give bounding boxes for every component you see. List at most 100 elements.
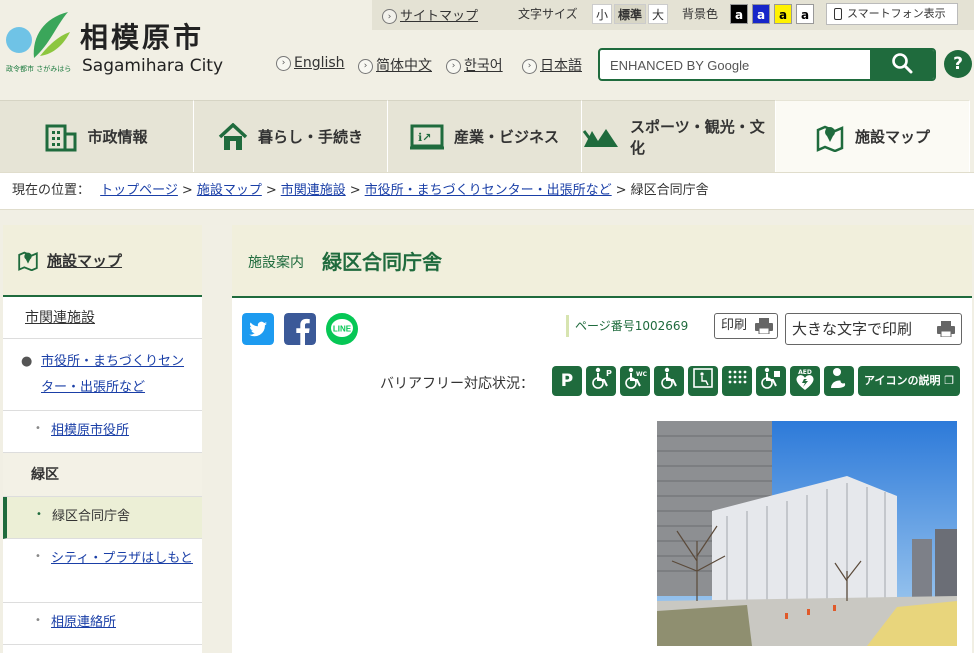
smartphone-icon	[834, 8, 842, 20]
global-nav: 市政情報 暮らし・手続き ℹ↗ 産業・ビジネス スポーツ・観光・文化 施設マップ	[0, 100, 974, 172]
lang-japanese-link[interactable]: › 日本語	[522, 55, 582, 75]
twitter-icon[interactable]	[242, 313, 274, 345]
sidebar-section-link[interactable]: 市関連施設	[3, 297, 202, 339]
svg-text:P: P	[606, 369, 612, 378]
map-pin-icon	[816, 125, 844, 152]
bullet-icon: •	[36, 509, 42, 520]
nav-city-info[interactable]: 市政情報	[0, 100, 194, 172]
printer-icon	[755, 318, 773, 334]
bg-black-button[interactable]: a	[730, 4, 748, 24]
icon-explanation-link[interactable]: アイコンの説明 ❐	[858, 366, 961, 396]
print-button[interactable]: 印刷	[714, 313, 778, 339]
accessible-parking-icon: P	[586, 366, 616, 396]
sidebar-item-city-plaza[interactable]: • シティ・プラザはしもと	[3, 539, 202, 603]
help-button[interactable]: ?	[944, 50, 972, 78]
sitemap-link[interactable]: › サイトマップ	[382, 5, 478, 24]
sidebar-item-midori-office[interactable]: • 緑区合同庁舎	[3, 497, 202, 539]
sidebar-item-city-offices[interactable]: ● 市役所・まちづくりセンター・出張所など	[3, 339, 202, 411]
bullet-icon: •	[35, 423, 41, 434]
print-large-button[interactable]: 大きな文字で印刷	[785, 313, 962, 345]
font-size-standard-button[interactable]: 標準	[614, 4, 647, 24]
map-pin-icon	[18, 251, 38, 271]
facebook-icon[interactable]	[284, 313, 316, 345]
chevron-right-icon: ›	[358, 58, 373, 74]
nav-sports-culture[interactable]: スポーツ・観光・文化	[582, 100, 776, 172]
bg-blue-button[interactable]: a	[752, 4, 770, 24]
chevron-right-icon: ›	[446, 58, 461, 74]
search-button[interactable]	[870, 50, 934, 79]
breadcrumb-current: 緑区合同庁舎	[630, 183, 709, 198]
chevron-right-icon: ›	[382, 9, 397, 24]
search-box	[598, 48, 936, 81]
building-photo	[657, 421, 957, 646]
building-icon	[45, 124, 77, 151]
nav-living[interactable]: 暮らし・手続き	[194, 100, 388, 172]
logo-japanese: 相模原市	[80, 21, 205, 54]
bullet-icon: ●	[21, 354, 33, 369]
nav-label: スポーツ・観光・文化	[630, 117, 765, 157]
print-label: 印刷	[721, 318, 748, 333]
nav-label: 市政情報	[87, 128, 148, 146]
barrier-free-icons: P P WC AED アイコンの説明 ❐	[552, 366, 961, 396]
lang-label: 简体中文	[376, 58, 432, 74]
sidebar-item-label: 相模原市役所	[51, 423, 130, 438]
svg-text:AED: AED	[798, 369, 812, 376]
city-emblem-icon	[6, 12, 70, 58]
lang-chinese-link[interactable]: › 简体中文	[358, 55, 432, 75]
line-icon[interactable]: LINE	[326, 313, 358, 345]
house-icon	[218, 122, 248, 150]
sidebar-item-aihara[interactable]: • 相原連絡所	[3, 603, 202, 645]
sidebar-head-link[interactable]: 施設マップ	[3, 225, 202, 297]
sitemap-label: サイトマップ	[400, 9, 479, 24]
sidebar-head-label: 施設マップ	[47, 251, 123, 270]
nav-business[interactable]: ℹ↗ 産業・ビジネス	[388, 100, 582, 172]
breadcrumb: 現在の位置： トップページ > 施設マップ > 市関連施設 > 市役所・まちづくりセンター・…	[0, 172, 974, 210]
sidebar-item-label: 緑区合同庁舎	[52, 509, 131, 524]
main-content: 施設案内 緑区合同庁舎 LINE ページ番号1002669 印刷 大きな文字で印…	[232, 225, 972, 653]
nav-label: 暮らし・手続き	[257, 128, 363, 146]
search-input[interactable]	[600, 50, 872, 79]
nursing-room-icon	[824, 366, 854, 396]
accessible-toilet-icon: WC	[620, 366, 650, 396]
site-header: 政令都市 さがみはら 相模原市 Sagamihara City › サイトマップ …	[0, 0, 974, 100]
smartphone-view-button[interactable]: スマートフォン表示	[826, 3, 958, 25]
font-size-buttons: 小 標準 大	[592, 4, 669, 24]
sidebar-item-city-hall[interactable]: • 相模原市役所	[3, 411, 202, 453]
utility-bar: › サイトマップ 文字サイズ 小 標準 大 背景色 a a a a スマートフォン…	[372, 0, 974, 30]
svg-text:ℹ↗: ℹ↗	[418, 131, 431, 144]
sidebar-group-midori: 緑区	[3, 453, 202, 497]
breadcrumb-link[interactable]: 市関連施設	[281, 183, 346, 198]
wheelchair-rental-icon	[756, 366, 786, 396]
sidebar-item-label: シティ・プラザはしもと	[51, 551, 193, 566]
icon-explanation-label: アイコンの説明	[864, 374, 941, 387]
font-size-small-button[interactable]: 小	[592, 4, 613, 24]
font-size-large-button[interactable]: 大	[648, 4, 669, 24]
wheelchair-icon	[654, 366, 684, 396]
lang-korean-link[interactable]: › 한국어	[446, 55, 503, 75]
search-icon	[892, 53, 913, 74]
lang-label: 한국어	[464, 58, 503, 74]
title-bar: 施設案内 緑区合同庁舎	[232, 225, 972, 298]
smartphone-label: スマートフォン表示	[847, 7, 946, 20]
logo-subtitle: 政令都市 さがみはら	[6, 65, 72, 73]
lang-label: English	[294, 55, 345, 71]
background-color-buttons: a a a a	[730, 4, 814, 24]
svg-text:LINE: LINE	[333, 325, 352, 334]
nav-facility-map[interactable]: 施設マップ	[776, 100, 970, 172]
nav-label: 産業・ビジネス	[453, 128, 559, 146]
bg-yellow-button[interactable]: a	[774, 4, 792, 24]
breadcrumb-link[interactable]: トップページ	[100, 183, 178, 198]
svg-text:WC: WC	[636, 371, 647, 378]
breadcrumb-link[interactable]: 市役所・まちづくりセンター・出張所など	[365, 183, 612, 198]
business-board-icon: ℹ↗	[409, 124, 444, 149]
site-logo[interactable]: 政令都市 さがみはら 相模原市 Sagamihara City	[4, 6, 223, 76]
sidebar: 施設マップ 市関連施設 ● 市役所・まちづくりセンター・出張所など • 相模原市…	[3, 225, 202, 653]
breadcrumb-label: 現在の位置：	[12, 183, 91, 198]
bg-white-button[interactable]: a	[796, 4, 814, 24]
lang-english-link[interactable]: › English	[276, 55, 345, 71]
lang-label: 日本語	[540, 58, 582, 74]
page-category: 施設案内	[248, 255, 304, 271]
breadcrumb-link[interactable]: 施設マップ	[197, 183, 262, 198]
bullet-icon: •	[35, 615, 41, 626]
aed-icon: AED	[790, 366, 820, 396]
